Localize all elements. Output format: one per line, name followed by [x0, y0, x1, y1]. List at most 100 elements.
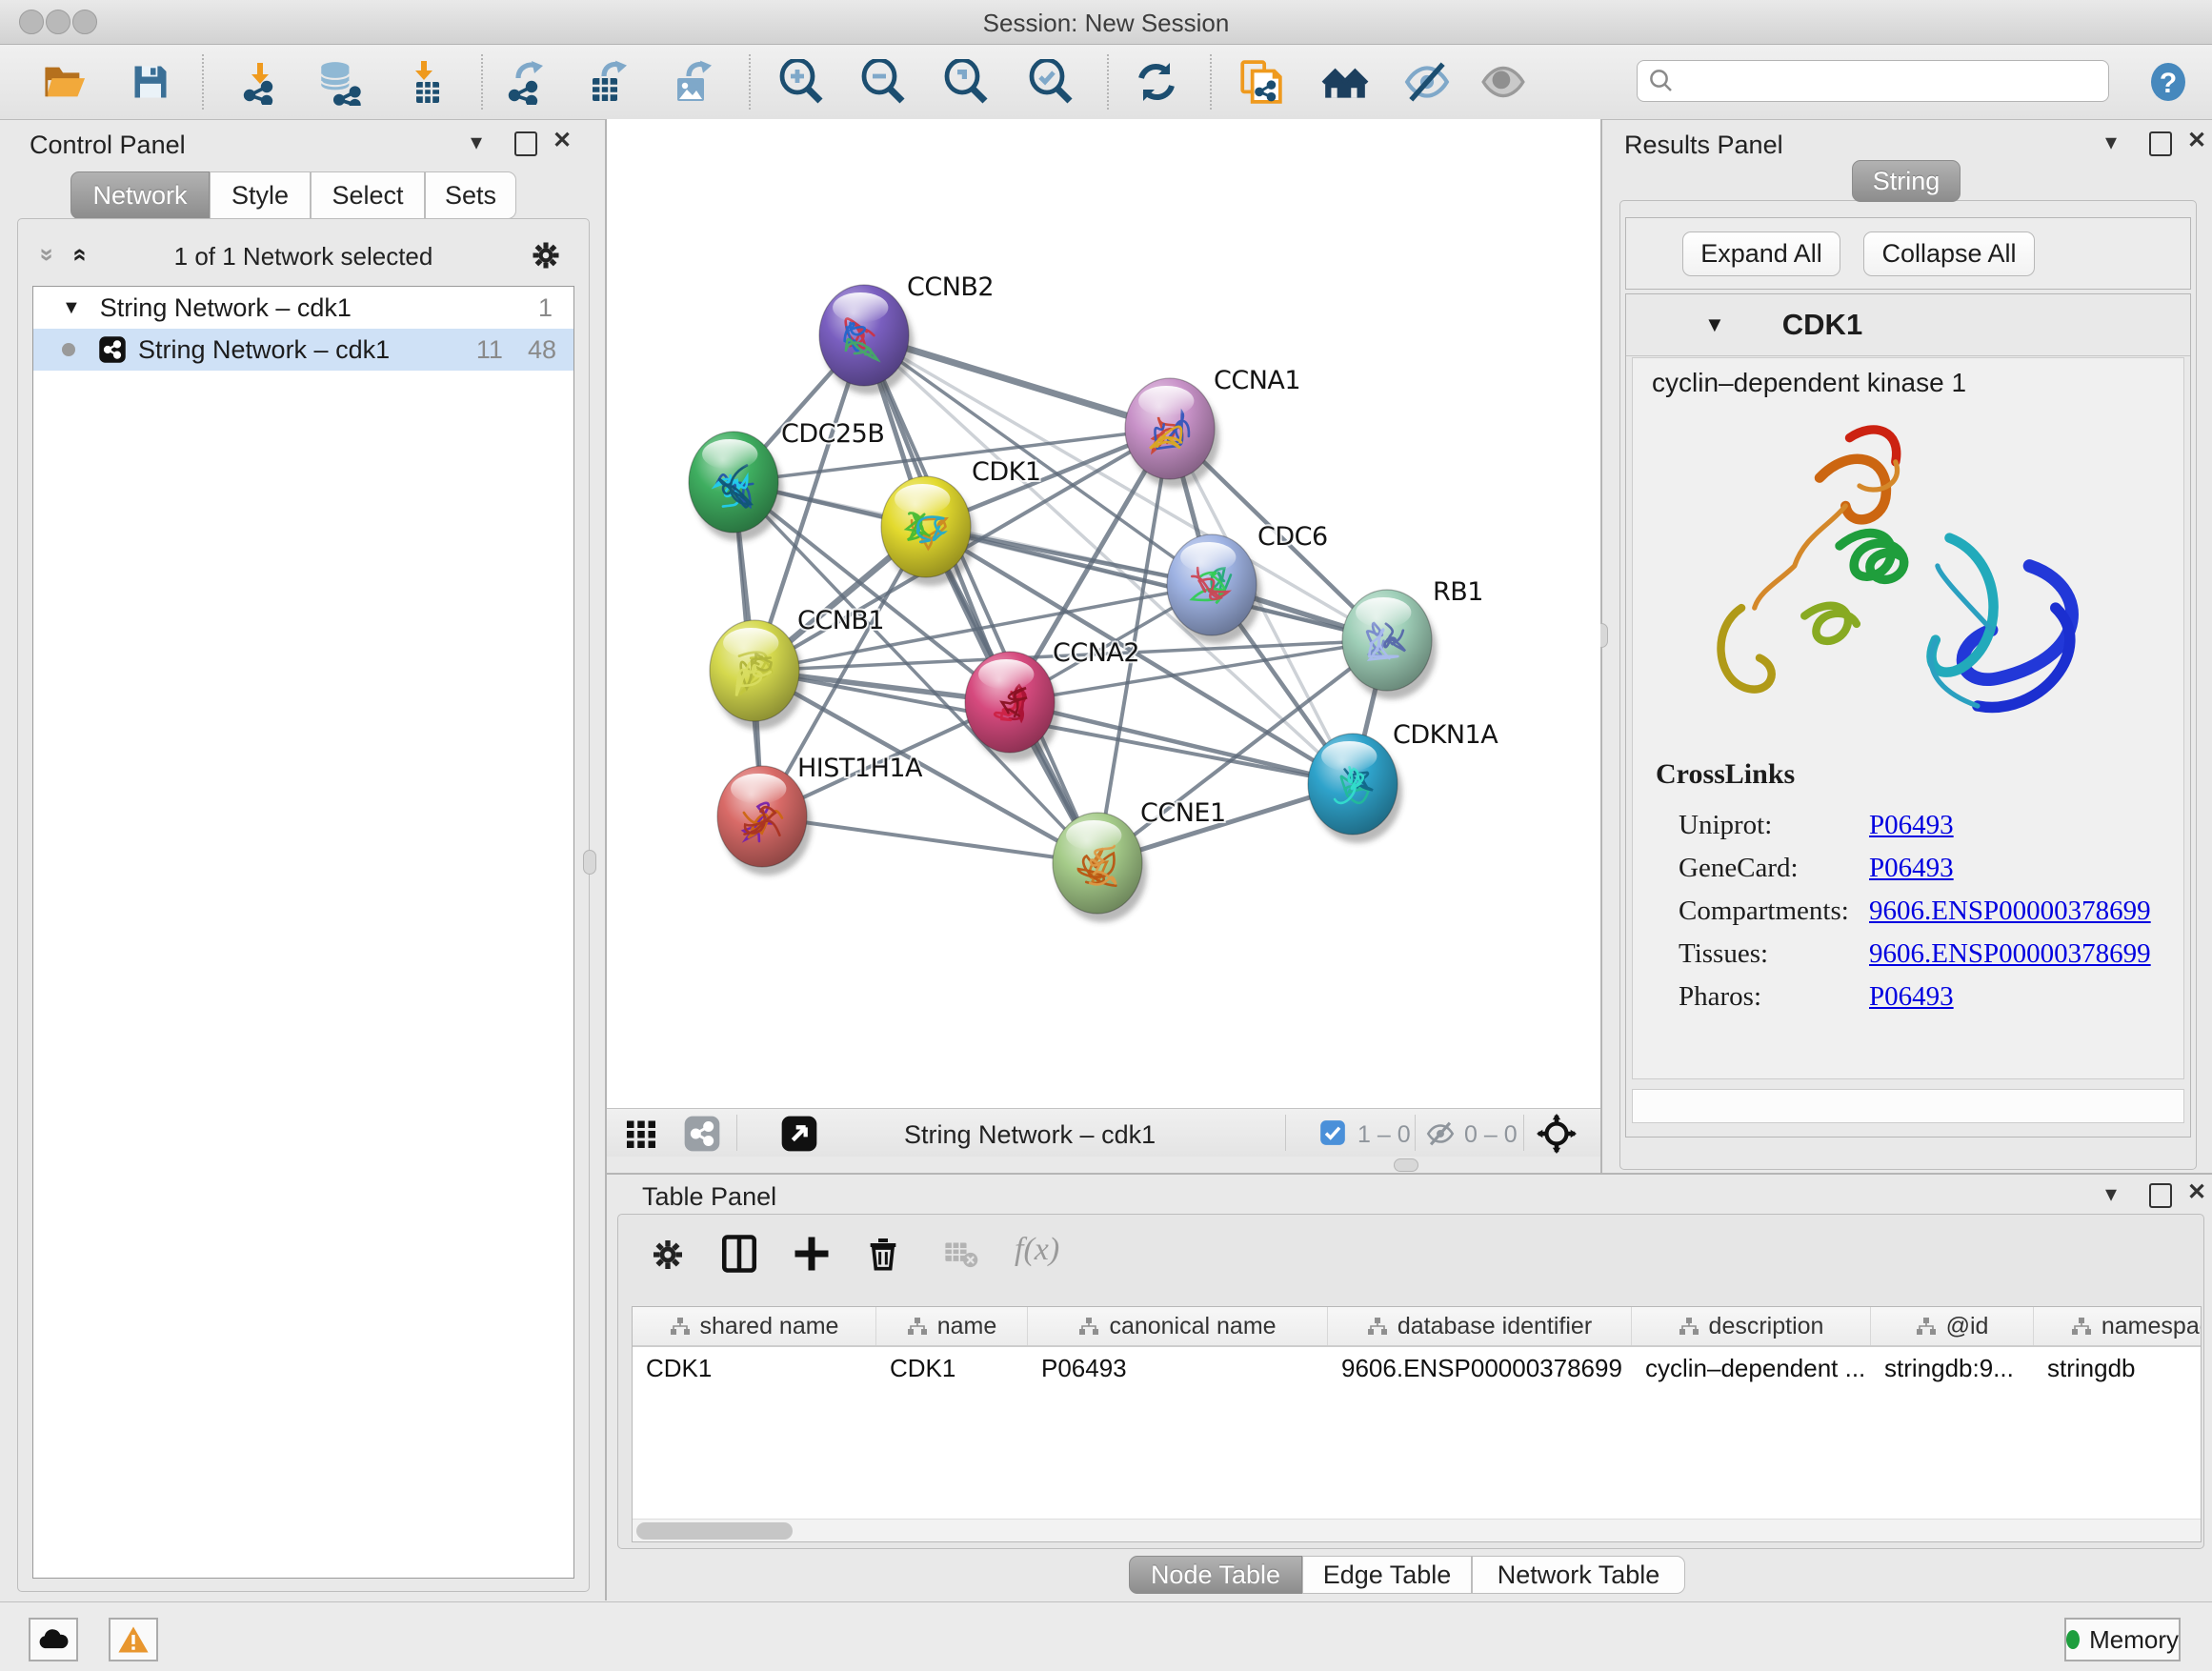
network-node-ccne1[interactable]: CCNE1	[1053, 798, 1226, 922]
left-splitter-handle[interactable]	[583, 850, 596, 875]
network-graph[interactable]: CCNB2CCNA1CDC25BCDK1CDC6RB1CCNB1CCNA2CDK…	[607, 119, 1600, 1108]
apply-layout-button[interactable]	[1133, 58, 1180, 106]
expand-all-button[interactable]: Expand All	[1682, 232, 1840, 276]
crosslink-link[interactable]: P06493	[1869, 981, 1954, 1013]
tab-network[interactable]: Network	[70, 171, 210, 219]
table-hscrollbar[interactable]	[633, 1519, 2201, 1542]
import-network-button[interactable]	[235, 58, 283, 106]
tab-string[interactable]: String	[1852, 160, 1961, 202]
table-cell-canonical-name[interactable]: P06493	[1028, 1354, 1328, 1383]
column-header--id[interactable]: @id	[1871, 1307, 2034, 1345]
first-neighbors-button[interactable]	[1321, 58, 1369, 106]
pan-crosshair-icon[interactable]	[1537, 1114, 1577, 1154]
network-node-hist1h1a[interactable]: HIST1H1A	[717, 754, 923, 876]
show-all-button[interactable]	[1479, 58, 1527, 106]
table-settings-gear-icon[interactable]	[649, 1236, 687, 1274]
column-header-database-identifier[interactable]: database identifier	[1328, 1307, 1632, 1345]
zoom-in-button[interactable]	[777, 58, 825, 106]
bottom-splitter-handle[interactable]	[1394, 1158, 1418, 1172]
table-panel-close-icon[interactable]: ✕	[2187, 1181, 2206, 1204]
select-columns-icon[interactable]	[719, 1234, 759, 1274]
control-panel-close-icon[interactable]: ✕	[553, 130, 572, 152]
open-session-button[interactable]	[41, 58, 89, 106]
edge-ccnb2-ccne1[interactable]	[864, 335, 1097, 863]
gene-collapse-icon[interactable]: ▼	[1704, 312, 1725, 337]
clone-network-button[interactable]	[1237, 58, 1284, 106]
control-panel-float-icon[interactable]	[514, 131, 537, 156]
zoom-out-button[interactable]	[859, 58, 907, 106]
results-panel-close-icon[interactable]: ✕	[2187, 130, 2206, 152]
network-canvas[interactable]: CCNB2CCNA1CDC25BCDK1CDC6RB1CCNB1CCNA2CDK…	[607, 119, 1600, 1108]
column-header-description[interactable]: description	[1632, 1307, 1871, 1345]
network-row[interactable]: String Network – cdk1 11 48	[33, 329, 573, 371]
export-table-button[interactable]	[584, 58, 632, 106]
collapse-all-button[interactable]: Collapse All	[1863, 232, 2035, 276]
column-type-icon	[1078, 1317, 1099, 1336]
save-session-button[interactable]	[127, 58, 174, 106]
tab-network-table[interactable]: Network Table	[1472, 1556, 1685, 1594]
network-options-gear-icon[interactable]	[529, 238, 563, 272]
cloud-status-button[interactable]	[29, 1618, 78, 1661]
tab-node-table[interactable]: Node Table	[1129, 1556, 1302, 1594]
column-header-name[interactable]: name	[876, 1307, 1028, 1345]
tab-select[interactable]: Select	[311, 171, 425, 219]
crosslink-label: Uniprot:	[1679, 810, 1869, 841]
export-image-button[interactable]	[669, 58, 716, 106]
network-collection-row[interactable]: ▼ String Network – cdk1 1	[33, 287, 573, 329]
network-node-cdc6[interactable]: CDC6	[1167, 522, 1328, 644]
table-panel-float-icon[interactable]	[2149, 1183, 2172, 1208]
collection-count: 1	[538, 293, 553, 323]
network-node-ccnb1[interactable]: CCNB1	[710, 606, 884, 730]
control-panel-collapse-icon[interactable]: ▾	[471, 131, 482, 154]
zoom-selected-button[interactable]	[1027, 58, 1075, 106]
network-badge-icon[interactable]	[683, 1115, 721, 1153]
column-header-namespace[interactable]: namespace	[2034, 1307, 2202, 1345]
tab-sets[interactable]: Sets	[425, 171, 516, 219]
network-node-cdkn1a[interactable]: CDKN1A	[1308, 720, 1498, 843]
network-node-ccna2[interactable]: CCNA2	[965, 638, 1139, 761]
search-input[interactable]	[1676, 67, 2089, 95]
memory-button[interactable]: Memory	[2064, 1618, 2181, 1661]
hide-selected-button[interactable]	[1403, 58, 1451, 106]
selected-checkbox-icon[interactable]	[1319, 1119, 1346, 1146]
results-scrollbar-track[interactable]	[1632, 1089, 2184, 1123]
node-label-ccna2: CCNA2	[1053, 638, 1139, 668]
export-network-button[interactable]	[502, 58, 550, 106]
network-node-rb1[interactable]: RB1	[1342, 577, 1483, 699]
table-cell-namespace[interactable]: stringdb	[2034, 1354, 2202, 1383]
edge-hist1h1a-ccne1[interactable]	[762, 816, 1097, 863]
column-header-shared-name[interactable]: shared name	[633, 1307, 876, 1345]
zoom-fit-button[interactable]	[942, 58, 990, 106]
network-node-cdk1[interactable]: CDK1	[881, 457, 1041, 586]
detach-view-icon[interactable]	[780, 1115, 818, 1153]
hidden-eye-slash-icon[interactable]	[1424, 1117, 1457, 1150]
gene-section-header[interactable]: ▼ CDK1	[1626, 294, 2190, 356]
column-header-canonical-name[interactable]: canonical name	[1028, 1307, 1328, 1345]
table-cell-shared-name[interactable]: CDK1	[633, 1354, 876, 1383]
crosslink-link[interactable]: 9606.ENSP00000378699	[1869, 896, 2151, 927]
warning-status-button[interactable]	[109, 1618, 158, 1661]
table-cell-name[interactable]: CDK1	[876, 1354, 1028, 1383]
delete-column-trash-icon[interactable]	[864, 1234, 902, 1272]
table-cell--id[interactable]: stringdb:9...	[1871, 1354, 2034, 1383]
tab-edge-table[interactable]: Edge Table	[1302, 1556, 1472, 1594]
crosslink-link[interactable]: P06493	[1869, 810, 1954, 841]
add-column-icon[interactable]	[792, 1234, 832, 1274]
table-row[interactable]: CDK1CDK1P064939606.ENSP00000378699cyclin…	[633, 1347, 2201, 1389]
tab-style[interactable]: Style	[210, 171, 311, 219]
node-label-ccne1: CCNE1	[1140, 798, 1226, 828]
import-network-from-database-button[interactable]	[315, 58, 363, 106]
table-hscrollbar-thumb[interactable]	[636, 1522, 793, 1540]
help-button[interactable]: ?	[2144, 58, 2192, 106]
table-cell-description[interactable]: cyclin–dependent ...	[1632, 1354, 1871, 1383]
results-panel-collapse-icon[interactable]: ▾	[2105, 131, 2117, 154]
collection-expand-icon[interactable]: ▼	[62, 297, 81, 319]
crosslink-link[interactable]: P06493	[1869, 853, 1954, 884]
birdseye-grid-icon[interactable]	[624, 1117, 658, 1151]
table-panel-collapse-icon[interactable]: ▾	[2105, 1183, 2117, 1206]
crosslink-link[interactable]: 9606.ENSP00000378699	[1869, 938, 2151, 970]
table-body: f(x) shared namenamecanonical namedataba…	[617, 1214, 2204, 1549]
results-panel-float-icon[interactable]	[2149, 131, 2172, 156]
table-cell-database-identifier[interactable]: 9606.ENSP00000378699	[1328, 1354, 1632, 1383]
import-table-button[interactable]	[400, 58, 448, 106]
